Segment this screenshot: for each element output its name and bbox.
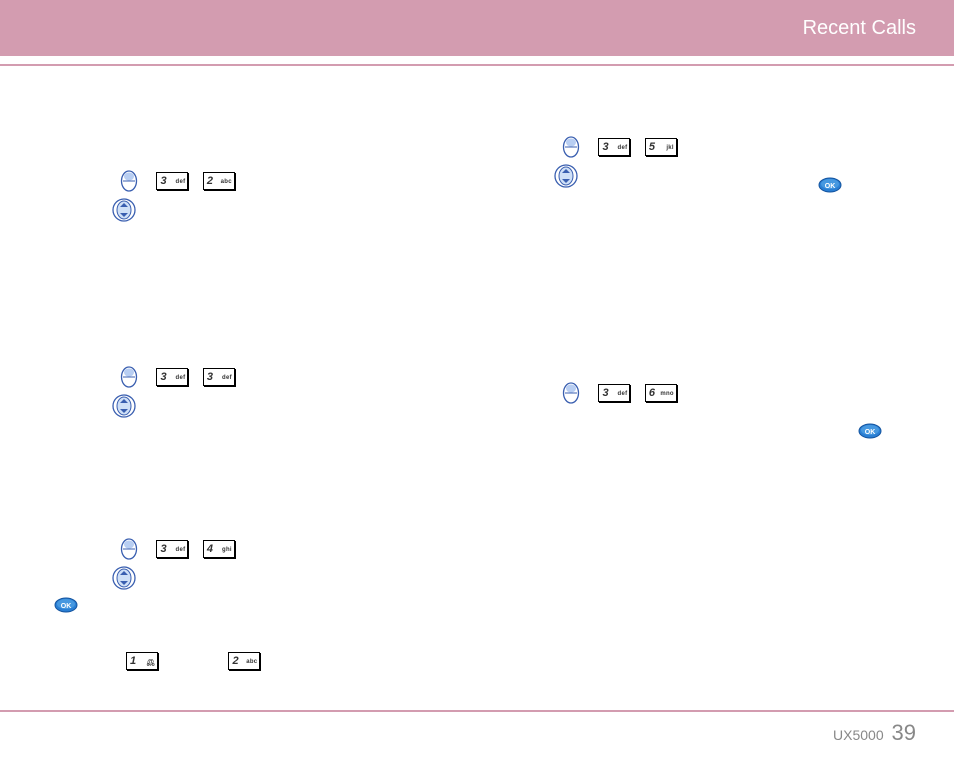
nav-icon [554,164,578,188]
header-bar: Recent Calls [0,0,954,56]
key-3-icon: 3def [598,384,630,402]
softkey-icon [562,382,580,404]
header-rule [0,64,954,66]
key-2-icon: 2abc [203,172,235,190]
key-3-icon: 3def [156,172,188,190]
nav-icon [112,566,136,590]
key-3-icon: 3def [156,540,188,558]
footer-model: UX5000 [833,727,884,743]
key-1-icon: 1@o.o [126,652,158,670]
key-3-icon: 3def [598,138,630,156]
key-2-icon: 2abc [228,652,260,670]
softkey-icon [120,170,138,192]
softkey-icon [562,136,580,158]
ok-button-icon [818,177,842,193]
softkey-icon [120,366,138,388]
nav-icon [112,394,136,418]
page-body: 3def 2abc 3def 3def 3def 4ghi [0,70,954,704]
header-title: Recent Calls [803,17,916,40]
footer: UX5000 39 [833,720,916,746]
key-5-icon: 5jkl [645,138,677,156]
key-6-icon: 6mno [645,384,677,402]
softkey-icon [120,538,138,560]
nav-icon [112,198,136,222]
key-3-icon: 3def [203,368,235,386]
page-number: 39 [892,720,916,745]
key-3-icon: 3def [156,368,188,386]
key-4-icon: 4ghi [203,540,235,558]
footer-rule [0,710,954,712]
ok-button-icon [54,597,78,613]
ok-button-icon [858,423,882,439]
